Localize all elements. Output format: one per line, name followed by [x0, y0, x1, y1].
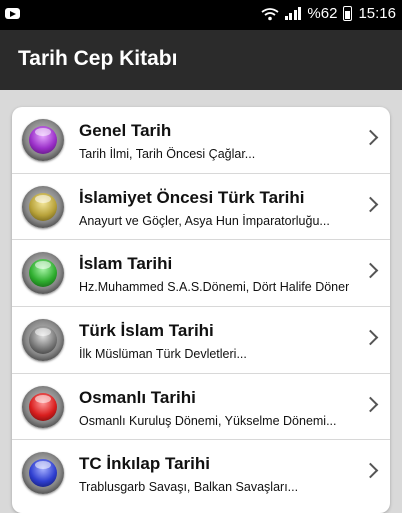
item-subtitle: Osmanlı Kuruluş Dönemi, Yükselme Dönemi.…	[79, 413, 337, 428]
chevron-right-icon	[362, 463, 379, 479]
red-orb-icon	[22, 385, 64, 428]
list-item[interactable]: Türk İslam Tarihi İlk Müslüman Türk Devl…	[12, 307, 390, 374]
item-subtitle: Hz.Muhammed S.A.S.Dönemi, Dört Halife Dö…	[79, 280, 349, 295]
green-orb-icon	[22, 252, 64, 295]
chevron-right-icon	[362, 129, 379, 146]
wifi-icon	[261, 7, 279, 20]
topic-list: Genel Tarih Tarih İlmi, Tarih Öncesi Çağ…	[12, 107, 390, 513]
clock: 15:16	[358, 5, 396, 22]
status-bar: %62 15:16	[0, 0, 402, 30]
gold-orb-icon	[22, 185, 64, 228]
item-subtitle: Trablusgarb Savaşı, Balkan Savaşları...	[79, 480, 299, 495]
chevron-right-icon	[362, 396, 379, 413]
item-title: TC İnkılap Tarihi	[79, 454, 210, 474]
blue-orb-icon	[22, 452, 64, 495]
list-item[interactable]: İslamiyet Öncesi Türk Tarihi Anayurt ve …	[12, 174, 390, 241]
item-title: Türk İslam Tarihi	[79, 321, 214, 341]
app-title: Tarih Cep Kitabı	[18, 47, 178, 70]
battery-percent: %62	[307, 5, 338, 22]
chevron-right-icon	[362, 196, 379, 212]
list-item[interactable]: Genel Tarih Tarih İlmi, Tarih Öncesi Çağ…	[12, 107, 390, 174]
signal-icon	[284, 7, 302, 20]
list-item[interactable]: Osmanlı Tarihi Osmanlı Kuruluş Dönemi, Y…	[12, 374, 390, 441]
list-item[interactable]: İslam Tarihi Hz.Muhammed S.A.S.Dönemi, D…	[12, 240, 390, 308]
item-title: İslamiyet Öncesi Türk Tarihi	[79, 187, 305, 207]
chevron-right-icon	[362, 329, 379, 346]
list-item[interactable]: TC İnkılap Tarihi Trablusgarb Savaşı, Ba…	[12, 440, 390, 507]
gray-orb-icon	[22, 319, 64, 362]
purple-orb-icon	[22, 119, 64, 161]
item-subtitle: Anayurt ve Göçler, Asya Hun İmparatorluğ…	[79, 213, 330, 228]
app-bar: Tarih Cep Kitabı	[0, 30, 402, 90]
battery-icon	[343, 6, 353, 21]
item-title: Genel Tarih	[79, 121, 172, 140]
item-title: İslam Tarihi	[79, 254, 173, 274]
item-title: Osmanlı Tarihi	[79, 387, 196, 407]
chevron-right-icon	[362, 263, 379, 279]
item-subtitle: İlk Müslüman Türk Devletleri...	[79, 347, 247, 362]
item-subtitle: Tarih İlmi, Tarih Öncesi Çağlar...	[79, 147, 256, 161]
youtube-notification-icon	[5, 8, 20, 19]
